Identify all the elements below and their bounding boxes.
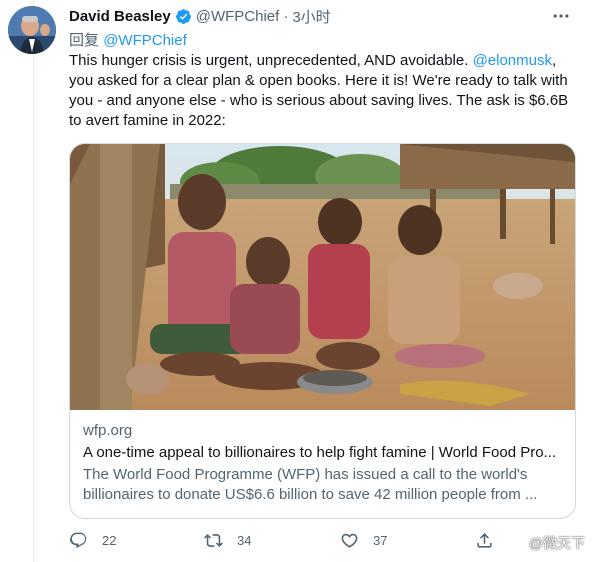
card-title[interactable]: A one-time appeal to billionaires to hel…: [83, 443, 562, 463]
weibo-logo-icon: [502, 537, 524, 551]
more-icon[interactable]: [549, 6, 573, 26]
card-domain: wfp.org: [83, 422, 133, 439]
retweet-count: 34: [237, 532, 252, 548]
card-description-line2: billionaires to donate US$6.6 billion to…: [83, 486, 538, 503]
tweet-time[interactable]: 3小时: [292, 6, 330, 27]
author-handle[interactable]: @WFPChief: [196, 8, 280, 25]
link-card[interactable]: wfp.org A one-time appeal to billionaire…: [69, 143, 576, 519]
share-button[interactable]: [475, 528, 494, 552]
card-description: The World Food Programme (WFP) has issue…: [83, 465, 562, 505]
avatar[interactable]: [8, 6, 56, 54]
reply-button[interactable]: 22: [69, 528, 116, 552]
verified-badge-icon: [175, 8, 192, 25]
tweet-header: David Beasley @WFPChief · 3小时: [69, 5, 331, 27]
reply-prefix: 回复: [69, 32, 100, 49]
like-icon: [341, 533, 358, 548]
card-meta: wfp.org A one-time appeal to billionaire…: [83, 421, 562, 505]
card-description-line1: The World Food Programme (WFP) has issue…: [83, 466, 528, 483]
like-button[interactable]: 37: [340, 528, 387, 552]
tweet-text-part1: This hunger crisis is urgent, unpreceden…: [69, 52, 473, 69]
retweet-icon: [204, 533, 223, 547]
separator-dot: ·: [283, 7, 289, 25]
avatar-image: [8, 6, 56, 54]
thread-line: [33, 0, 34, 562]
reply-icon: [69, 532, 87, 548]
card-image[interactable]: [70, 144, 575, 410]
author-name[interactable]: David Beasley: [69, 8, 171, 25]
replying-to: 回复 @WFPChief: [69, 29, 187, 50]
reply-to-link[interactable]: @WFPChief: [103, 32, 187, 49]
watermark-text: @微天下: [528, 535, 585, 551]
watermark: @微天下: [502, 533, 585, 553]
share-icon: [477, 532, 492, 548]
reply-count: 22: [102, 532, 117, 548]
mention-link[interactable]: @elonmusk: [473, 52, 552, 69]
retweet-button[interactable]: 34: [204, 528, 251, 552]
tweet-text: This hunger crisis is urgent, unpreceden…: [69, 51, 569, 131]
like-count: 37: [373, 532, 388, 548]
